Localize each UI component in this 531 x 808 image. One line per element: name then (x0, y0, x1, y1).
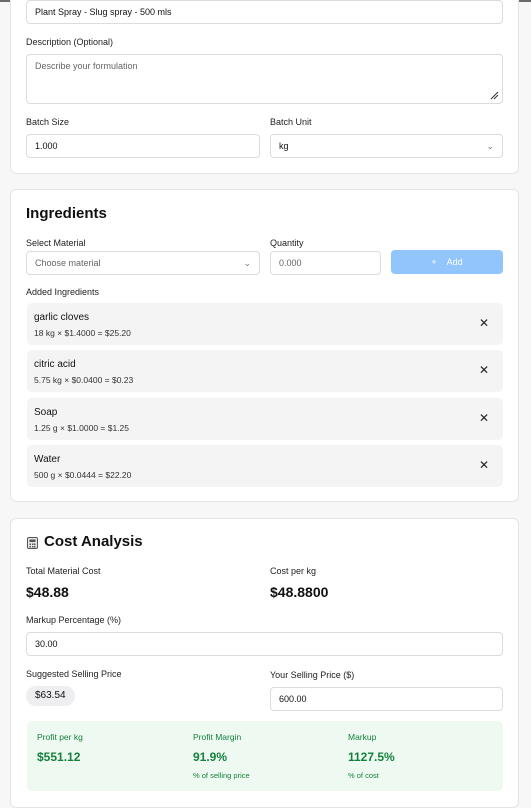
markup-result-subtext: % of cost (348, 771, 379, 780)
ingredient-name: citric acid (34, 359, 76, 370)
close-icon[interactable]: ✕ (479, 411, 489, 425)
material-select-placeholder: Choose material (35, 258, 101, 268)
suggested-selling-price-label: Suggested Selling Price (26, 669, 122, 679)
batch-unit-value: kg (279, 141, 289, 151)
ingredient-detail: 500 g × $0.0444 = $22.20 (34, 470, 132, 480)
cost-analysis-card: Cost Analysis Total Material Cost $48.88… (10, 518, 519, 808)
ingredient-name: Soap (34, 407, 58, 418)
cost-per-unit-label: Cost per kg (270, 566, 317, 576)
markup-percentage-input[interactable]: 30.00 (26, 632, 503, 656)
batch-unit-select[interactable]: kg ⌄ (270, 134, 503, 158)
ingredient-item: Water 500 g × $0.0444 = $22.20 ✕ (27, 445, 503, 487)
batch-unit-label: Batch Unit (270, 117, 312, 127)
ingredients-title: Ingredients (26, 205, 107, 222)
close-icon[interactable]: ✕ (479, 316, 489, 330)
plus-icon: + (431, 257, 437, 267)
total-material-cost-label: Total Material Cost (26, 566, 101, 576)
description-placeholder: Describe your formulation (35, 61, 138, 71)
your-selling-price-input[interactable]: 600.00 (270, 687, 503, 711)
total-material-cost-value: $48.88 (26, 584, 69, 600)
batch-size-label: Batch Size (26, 117, 70, 127)
profit-per-unit-value: $551.12 (37, 750, 81, 764)
ingredient-detail: 18 kg × $1.4000 = $25.20 (34, 328, 131, 338)
your-selling-price-label: Your Selling Price ($) (270, 670, 355, 680)
resize-handle-icon[interactable] (490, 91, 499, 100)
ingredient-item: garlic cloves 18 kg × $1.4000 = $25.20 ✕ (27, 303, 503, 345)
profit-margin-value: 91.9% (193, 750, 228, 764)
select-material-label: Select Material (26, 238, 86, 248)
ingredient-detail: 1.25 g × $1.0000 = $1.25 (34, 423, 130, 433)
ingredient-name: Water (34, 454, 61, 465)
calculator-icon (27, 537, 38, 549)
close-icon[interactable]: ✕ (479, 363, 489, 377)
quantity-input[interactable]: 0.000 (270, 251, 381, 275)
material-select[interactable]: Choose material ⌄ (26, 251, 260, 275)
chevron-down-icon: ⌄ (243, 258, 251, 268)
close-icon[interactable]: ✕ (479, 458, 489, 472)
description-label: Description (Optional) (26, 37, 114, 47)
ingredient-detail: 5.75 kg × $0.0400 = $0.23 (34, 375, 134, 385)
profit-margin-label: Profit Margin (193, 732, 242, 742)
formulation-name-input[interactable]: Plant Spray - Slug spray - 500 mls (26, 0, 503, 24)
description-textarea[interactable]: Describe your formulation (26, 54, 503, 104)
ingredient-item: citric acid 5.75 kg × $0.0400 = $0.23 ✕ (27, 350, 503, 392)
ingredient-item: Soap 1.25 g × $1.0000 = $1.25 ✕ (27, 398, 503, 440)
add-ingredient-button[interactable]: + Add (391, 250, 503, 274)
suggested-selling-price-value: $63.54 (26, 686, 75, 706)
markup-result-label: Markup (348, 732, 377, 742)
ingredient-name: garlic cloves (34, 312, 90, 323)
formulation-details-card: Plant Spray - Slug spray - 500 mls Descr… (10, 0, 519, 174)
add-button-label: Add (446, 257, 463, 267)
cost-per-unit-value: $48.8800 (270, 584, 329, 600)
markup-result-value: 1127.5% (348, 750, 395, 764)
chevron-down-icon: ⌄ (486, 141, 494, 151)
profit-summary-panel: Profit per kg $551.12 Profit Margin 91.9… (27, 721, 503, 791)
batch-size-input[interactable]: 1.000 (26, 134, 260, 158)
profit-margin-subtext: % of selling price (193, 771, 250, 780)
cost-analysis-title: Cost Analysis (44, 533, 143, 550)
profit-per-unit-label: Profit per kg (37, 732, 83, 742)
ingredients-card: Ingredients Select Material Choose mater… (10, 189, 519, 502)
markup-percentage-label: Markup Percentage (%) (26, 615, 122, 625)
added-ingredients-label: Added Ingredients (26, 287, 100, 297)
quantity-label: Quantity (270, 238, 304, 248)
